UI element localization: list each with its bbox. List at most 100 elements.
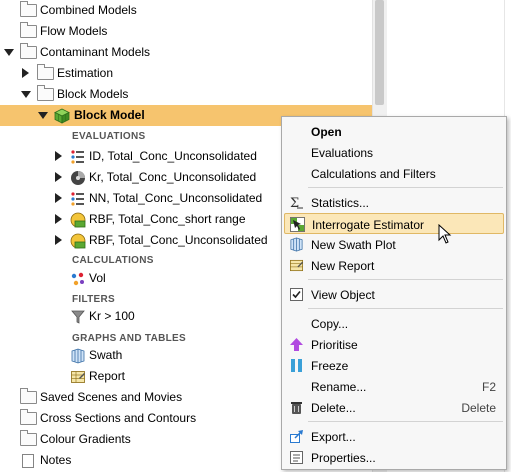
section-label: GRAPHS AND TABLES <box>72 333 186 344</box>
tree-item-label: Block Models <box>57 87 129 101</box>
menu-item-evaluations[interactable]: Evaluations <box>284 142 504 163</box>
expand-arrow-icon[interactable] <box>55 234 65 246</box>
menu-item-label: Open <box>311 125 342 139</box>
menu-item-label: New Swath Plot <box>311 238 396 252</box>
tree-item-label: NN, Total_Conc_Unconsolidated <box>89 191 263 205</box>
properties-icon <box>289 450 304 465</box>
arrow-up-icon <box>289 337 304 352</box>
tree-item-combined-models[interactable]: Combined Models <box>0 0 372 21</box>
tree-item-label: ID, Total_Conc_Unconsolidated <box>89 149 257 163</box>
swath-plot-icon <box>289 237 304 252</box>
menu-item-open[interactable]: Open <box>284 121 504 142</box>
menu-item-properties[interactable]: Properties... <box>284 447 504 468</box>
menu-item-label: Statistics... <box>311 196 370 210</box>
pause-icon <box>289 358 304 373</box>
kriging-icon <box>70 170 86 186</box>
menu-item-export[interactable]: Export... <box>284 426 504 447</box>
tree-item-label: Estimation <box>57 66 114 80</box>
menu-item-rename[interactable]: Rename... F2 <box>284 376 504 397</box>
tree-item-label: Flow Models <box>40 24 108 38</box>
shortcut-label: Delete <box>461 401 496 415</box>
menu-item-label: Export... <box>311 430 356 444</box>
tree-item-block-models[interactable]: Block Models <box>0 84 372 105</box>
nearest-neighbour-icon <box>70 191 86 207</box>
menu-separator <box>308 279 503 280</box>
tree-item-label: RBF, Total_Conc_short range <box>89 212 246 226</box>
menu-item-copy[interactable]: Copy... <box>284 313 504 334</box>
folder-icon <box>20 22 37 38</box>
rbf-icon <box>70 233 86 249</box>
folder-icon <box>37 64 54 80</box>
block-model-icon <box>54 108 70 124</box>
mouse-cursor-icon <box>438 224 452 244</box>
calculation-icon <box>70 271 86 287</box>
section-label: CALCULATIONS <box>72 255 154 266</box>
menu-item-label: Properties... <box>311 451 376 465</box>
report-icon <box>289 258 304 273</box>
tree-item-label: Combined Models <box>40 3 137 17</box>
notes-icon <box>20 453 36 469</box>
folder-icon <box>20 43 37 59</box>
swath-plot-icon <box>70 348 86 364</box>
menu-item-interrogate-estimator[interactable]: Interrogate Estimator <box>284 213 504 234</box>
tree-item-label: Report <box>89 369 126 383</box>
menu-item-statistics[interactable]: Σ Statistics... <box>284 192 504 213</box>
scrollbar-thumb[interactable] <box>375 0 384 105</box>
expand-arrow-icon[interactable] <box>22 67 32 79</box>
folder-icon <box>20 409 37 425</box>
rbf-icon <box>70 212 86 228</box>
menu-item-label: Rename... <box>311 380 367 394</box>
tree-item-label: Kr > 100 <box>89 309 135 323</box>
collapse-arrow-icon[interactable] <box>21 88 31 100</box>
menu-item-new-swath-plot[interactable]: New Swath Plot <box>284 234 504 255</box>
collapse-arrow-icon[interactable] <box>38 109 48 121</box>
menu-item-label: View Object <box>311 288 375 302</box>
tree-item-label: Block Model <box>74 108 145 122</box>
section-label: EVALUATIONS <box>72 131 146 142</box>
tree-item-estimation[interactable]: Estimation <box>0 63 372 84</box>
tree-item-label: RBF, Total_Conc_Unconsolidated <box>89 233 268 247</box>
menu-item-prioritise[interactable]: Prioritise <box>284 334 504 355</box>
tree-item-contaminant-models[interactable]: Contaminant Models <box>0 42 372 63</box>
report-icon <box>70 369 86 385</box>
folder-icon <box>20 388 37 404</box>
collapse-arrow-icon[interactable] <box>4 46 14 58</box>
folder-icon <box>20 1 37 17</box>
menu-separator <box>308 421 503 422</box>
expand-arrow-icon[interactable] <box>55 150 65 162</box>
menu-item-label: Freeze <box>311 359 349 373</box>
expand-arrow-icon[interactable] <box>55 192 65 204</box>
menu-item-label: Calculations and Filters <box>311 167 436 181</box>
trash-icon <box>289 400 304 415</box>
menu-item-new-report[interactable]: New Report <box>284 255 504 276</box>
menu-item-label: Evaluations <box>311 146 374 160</box>
menu-separator <box>308 187 503 188</box>
tree-item-label: Colour Gradients <box>40 432 131 446</box>
tree-item-label: Contaminant Models <box>40 45 151 59</box>
expand-arrow-icon[interactable] <box>55 171 65 183</box>
tree-item-label: Saved Scenes and Movies <box>40 390 183 404</box>
tree-item-label: Notes <box>40 453 72 467</box>
menu-item-freeze[interactable]: Freeze <box>284 355 504 376</box>
menu-item-calculations-filters[interactable]: Calculations and Filters <box>284 163 504 184</box>
checkbox-checked-icon[interactable] <box>289 287 304 302</box>
menu-item-label: Interrogate Estimator <box>312 218 425 232</box>
tree-item-flow-models[interactable]: Flow Models <box>0 21 372 42</box>
menu-item-delete[interactable]: Delete... Delete <box>284 397 504 418</box>
menu-separator <box>308 308 503 309</box>
menu-item-label: Delete... <box>311 401 356 415</box>
folder-icon <box>37 85 54 101</box>
context-menu: Open Evaluations Calculations and Filter… <box>281 116 507 470</box>
tree-item-label: Swath <box>89 348 123 362</box>
menu-item-label: Copy... <box>311 317 349 331</box>
tree-item-label: Cross Sections and Contours <box>40 411 197 425</box>
tree-item-label: Kr, Total_Conc_Unconsolidated <box>89 170 257 184</box>
expand-arrow-icon[interactable] <box>55 213 65 225</box>
section-label: FILTERS <box>72 294 116 305</box>
interrogate-estimator-icon <box>290 217 305 232</box>
sigma-icon: Σ <box>289 195 304 211</box>
menu-item-label: Prioritise <box>311 338 358 352</box>
shortcut-label: F2 <box>481 380 496 394</box>
menu-item-view-object[interactable]: View Object <box>284 284 504 305</box>
evaluation-icon <box>70 149 86 165</box>
